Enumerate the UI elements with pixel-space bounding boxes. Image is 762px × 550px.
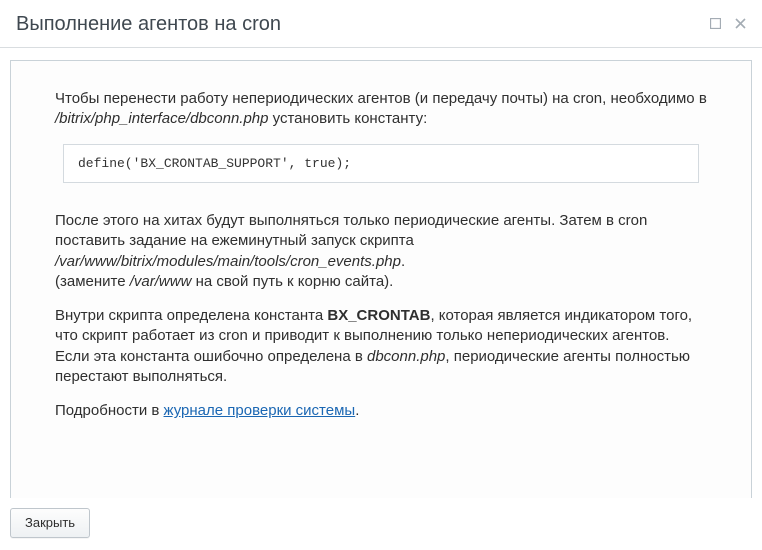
p2-path: /var/www/bitrix/modules/main/tools/cron_… xyxy=(55,253,401,270)
details-after: . xyxy=(355,402,359,419)
content-wrap: Чтобы перенести работу непериодических а… xyxy=(0,48,762,498)
intro-path: /bitrix/php_interface/dbconn.php xyxy=(55,110,268,127)
code-block: define('BX_CRONTAB_SUPPORT', true); xyxy=(63,144,699,184)
dialog-window: Выполнение агентов на cron Чтобы перенес… xyxy=(0,0,762,550)
dialog-titlebar: Выполнение агентов на cron xyxy=(0,0,762,48)
p2-line2-before: (замените xyxy=(55,273,130,290)
dialog-title: Выполнение агентов на cron xyxy=(16,12,710,36)
dialog-footer: Закрыть xyxy=(0,498,762,550)
paragraph-3: Внутри скрипта определена константа BX_C… xyxy=(55,306,707,387)
window-controls xyxy=(710,18,746,29)
maximize-icon[interactable] xyxy=(710,18,721,29)
system-check-log-link[interactable]: журнале проверки системы xyxy=(164,402,356,419)
p2-line2-path: /var/www xyxy=(130,273,192,290)
intro-paragraph: Чтобы перенести работу непериодических а… xyxy=(55,89,707,130)
p2-after: . xyxy=(401,253,405,270)
details-paragraph: Подробности в журнале проверки системы. xyxy=(55,401,707,421)
p3-const: BX_CRONTAB xyxy=(327,307,430,324)
p3-path: dbconn.php xyxy=(367,348,445,365)
dialog-content: Чтобы перенести работу непериодических а… xyxy=(10,60,752,498)
p2-line2-after: на свой путь к корню сайта). xyxy=(191,273,393,290)
close-icon[interactable] xyxy=(735,18,746,29)
intro-text-before: Чтобы перенести работу непериодических а… xyxy=(55,90,707,107)
p2-before: После этого на хитах будут выполняться т… xyxy=(55,212,647,249)
p3-before-const: Внутри скрипта определена константа xyxy=(55,307,327,324)
intro-text-after: установить константу: xyxy=(268,110,427,127)
paragraph-2: После этого на хитах будут выполняться т… xyxy=(55,211,707,292)
details-before: Подробности в xyxy=(55,402,164,419)
close-button[interactable]: Закрыть xyxy=(10,508,90,538)
